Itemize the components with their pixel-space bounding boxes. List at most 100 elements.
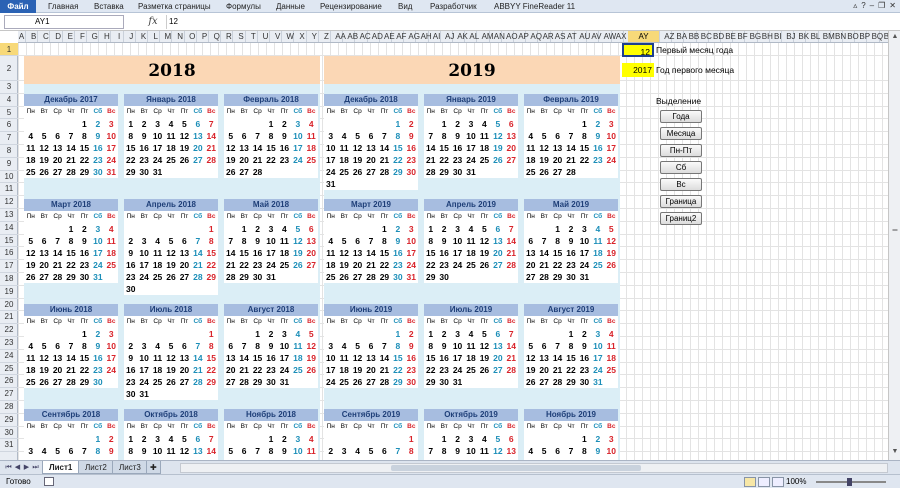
day-cell[interactable]: 22 [78,154,91,166]
column-header-ai[interactable]: AI [433,31,441,42]
day-cell[interactable]: 3 [91,223,104,235]
day-cell[interactable]: 28 [564,166,577,178]
month-title[interactable]: Сентябрь 2018 [24,409,118,421]
day-cell[interactable]: 28 [224,271,237,283]
column-header-e[interactable]: E [67,31,75,42]
empty-day-cell[interactable] [551,328,564,340]
day-cell[interactable]: 18 [24,364,37,376]
day-cell[interactable]: 22 [237,259,250,271]
column-header-n[interactable]: N [177,31,185,42]
day-cell[interactable]: 1 [64,223,77,235]
month-title[interactable]: Май 2019 [524,199,618,211]
day-cell[interactable]: 9 [278,130,291,142]
day-cell[interactable]: 3 [405,223,418,235]
day-cell[interactable]: 5 [524,340,537,352]
day-cell[interactable]: 11 [105,235,118,247]
day-cell[interactable]: 7 [64,130,77,142]
day-cell[interactable]: 5 [305,328,318,340]
empty-day-cell[interactable] [378,433,391,445]
day-cell[interactable]: 4 [524,130,537,142]
day-cell[interactable]: 29 [424,376,437,388]
day-cell[interactable]: 14 [64,352,77,364]
day-cell[interactable]: 9 [91,130,104,142]
day-cell[interactable]: 22 [205,259,218,271]
column-header-bp[interactable]: BP [859,31,870,42]
column-header-bc[interactable]: BC [701,31,712,42]
day-cell[interactable]: 11 [324,247,337,259]
column-header-bd[interactable]: BD [713,31,724,42]
day-cell[interactable]: 12 [24,247,37,259]
vertical-scrollbar[interactable]: ▲ ═ ▼ [888,31,900,460]
day-cell[interactable]: 18 [105,247,118,259]
day-cell[interactable]: 5 [491,433,504,445]
day-cell[interactable]: 23 [137,154,150,166]
day-cell[interactable]: 8 [564,340,577,352]
day-cell[interactable]: 4 [105,223,118,235]
day-cell[interactable]: 9 [437,235,450,247]
day-cell[interactable]: 24 [591,364,604,376]
day-cell[interactable]: 7 [564,445,577,457]
day-cell[interactable]: 28 [378,376,391,388]
row-header-11[interactable]: 11 [0,183,18,197]
empty-day-cell[interactable] [324,328,337,340]
day-cell[interactable]: 22 [437,154,450,166]
empty-day-cell[interactable] [64,118,77,130]
day-cell[interactable]: 16 [124,364,137,376]
day-cell[interactable]: 5 [337,235,350,247]
day-cell[interactable]: 4 [305,118,318,130]
day-cell[interactable]: 4 [591,223,604,235]
day-cell[interactable]: 23 [91,364,104,376]
empty-day-cell[interactable] [564,118,577,130]
day-cell[interactable]: 1 [437,433,450,445]
day-cell[interactable]: 10 [137,247,150,259]
day-cell[interactable]: 3 [578,223,591,235]
tab-home[interactable]: Главная [48,0,78,13]
month-title[interactable]: Апрель 2018 [124,199,218,211]
column-header-ay[interactable]: AY [628,31,660,42]
prev-sheet-icon[interactable]: ◀ [13,462,22,473]
day-cell[interactable]: 2 [437,223,450,235]
month-title[interactable]: Октябрь 2019 [424,409,518,421]
day-cell[interactable]: 19 [351,154,364,166]
sheet-tab-2[interactable]: Лист2 [78,461,114,474]
day-cell[interactable]: 14 [424,142,437,154]
day-cell[interactable]: 6 [237,130,250,142]
empty-day-cell[interactable] [178,328,191,340]
day-cell[interactable]: 29 [78,166,91,178]
day-cell[interactable]: 21 [224,259,237,271]
day-cell[interactable]: 14 [251,142,264,154]
day-cell[interactable]: 19 [164,364,177,376]
day-cell[interactable]: 29 [124,166,137,178]
day-cell[interactable]: 20 [364,154,377,166]
day-cell[interactable]: 25 [324,271,337,283]
day-cell[interactable]: 7 [378,340,391,352]
day-cell[interactable]: 18 [278,247,291,259]
day-cell[interactable]: 2 [137,118,150,130]
day-cell[interactable]: 18 [337,154,350,166]
empty-day-cell[interactable] [191,328,204,340]
day-cell[interactable]: 4 [151,340,164,352]
row-header-20[interactable]: 20 [0,299,18,312]
day-cell[interactable]: 12 [291,235,304,247]
day-cell[interactable]: 30 [564,271,577,283]
day-cell[interactable]: 19 [37,364,50,376]
day-cell[interactable]: 16 [264,352,277,364]
day-cell[interactable]: 2 [451,118,464,130]
column-header-f[interactable]: F [79,31,87,42]
empty-day-cell[interactable] [537,223,550,235]
day-cell[interactable]: 17 [578,247,591,259]
day-cell[interactable]: 5 [351,130,364,142]
day-cell[interactable]: 10 [605,445,618,457]
day-cell[interactable]: 1 [578,433,591,445]
column-header-ax[interactable]: AX [616,31,626,42]
empty-day-cell[interactable] [37,223,50,235]
day-cell[interactable]: 26 [164,271,177,283]
day-cell[interactable]: 25 [524,166,537,178]
day-cell[interactable]: 27 [537,376,550,388]
day-cell[interactable]: 17 [405,247,418,259]
day-cell[interactable]: 17 [605,142,618,154]
day-cell[interactable]: 29 [551,271,564,283]
day-cell[interactable]: 10 [151,445,164,457]
day-cell[interactable]: 9 [137,130,150,142]
day-cell[interactable]: 6 [491,223,504,235]
